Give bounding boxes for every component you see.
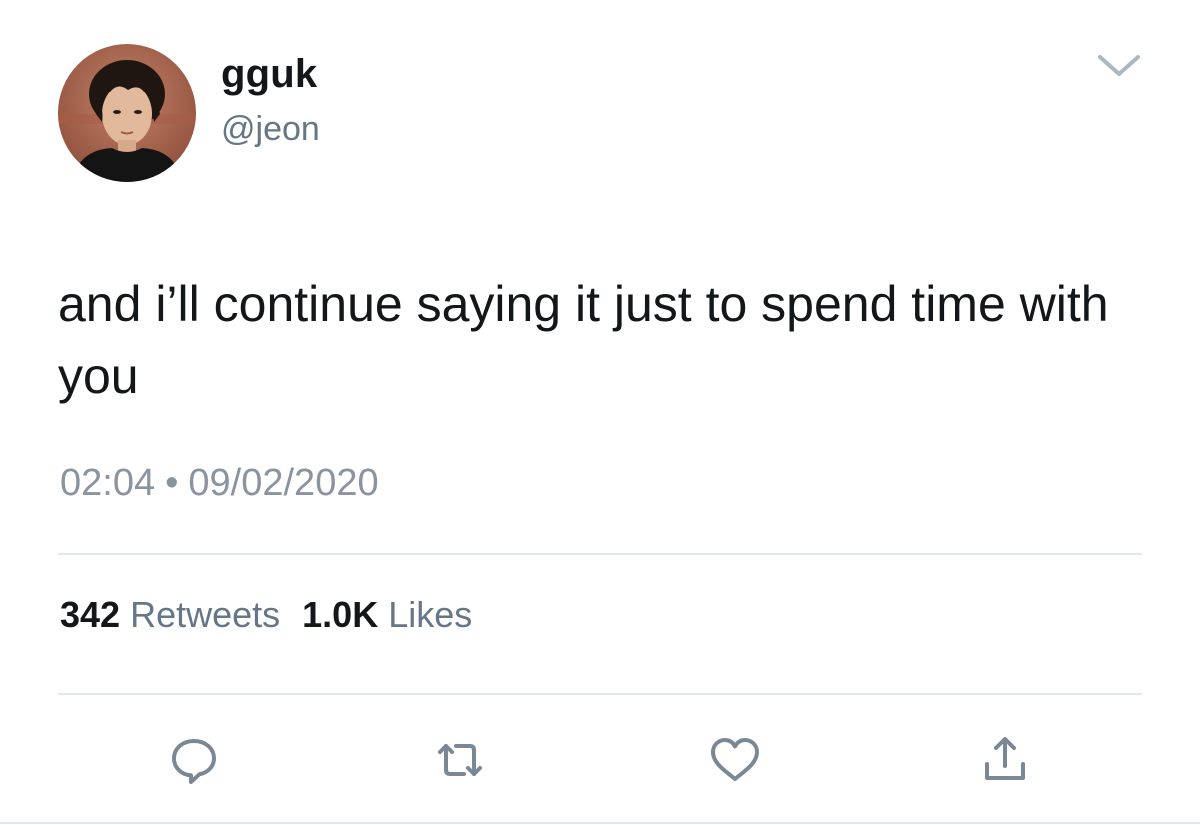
avatar[interactable] <box>58 44 196 182</box>
tweet-card: gguk @jeon and i’ll continue saying it j… <box>0 0 1200 825</box>
reply-icon <box>172 739 216 784</box>
display-name[interactable]: gguk <box>221 52 317 97</box>
meta-separator: • <box>165 462 179 504</box>
likes-count: 1.0K <box>302 594 379 635</box>
likes-stat[interactable]: 1.0K Likes <box>302 594 472 635</box>
divider <box>58 693 1142 695</box>
chevron-down-icon[interactable] <box>1094 50 1144 82</box>
tweet-timestamp[interactable]: 02:04 • 09/02/2020 <box>60 462 379 505</box>
likes-label: Likes <box>388 594 473 635</box>
retweet-icon <box>438 744 482 776</box>
tweet-date: 09/02/2020 <box>188 462 379 504</box>
tweet-time: 02:04 <box>60 462 156 504</box>
retweets-label: Retweets <box>130 594 281 635</box>
reply-button[interactable] <box>166 734 222 786</box>
heart-icon <box>711 738 759 781</box>
tweet-text: and i’ll continue saying it just to spen… <box>58 276 1109 404</box>
retweets-stat[interactable]: 342 Retweets <box>60 594 280 635</box>
share-icon <box>985 737 1025 780</box>
tweet-stats: 342 Retweets 1.0K Likes <box>60 594 472 636</box>
divider <box>58 553 1142 555</box>
like-button[interactable] <box>707 734 763 786</box>
share-button[interactable] <box>977 734 1033 786</box>
divider <box>0 822 1200 824</box>
retweet-button[interactable] <box>432 734 488 786</box>
retweets-count: 342 <box>60 594 121 635</box>
avatar-image <box>58 44 196 182</box>
user-handle[interactable]: @jeon <box>221 110 320 149</box>
